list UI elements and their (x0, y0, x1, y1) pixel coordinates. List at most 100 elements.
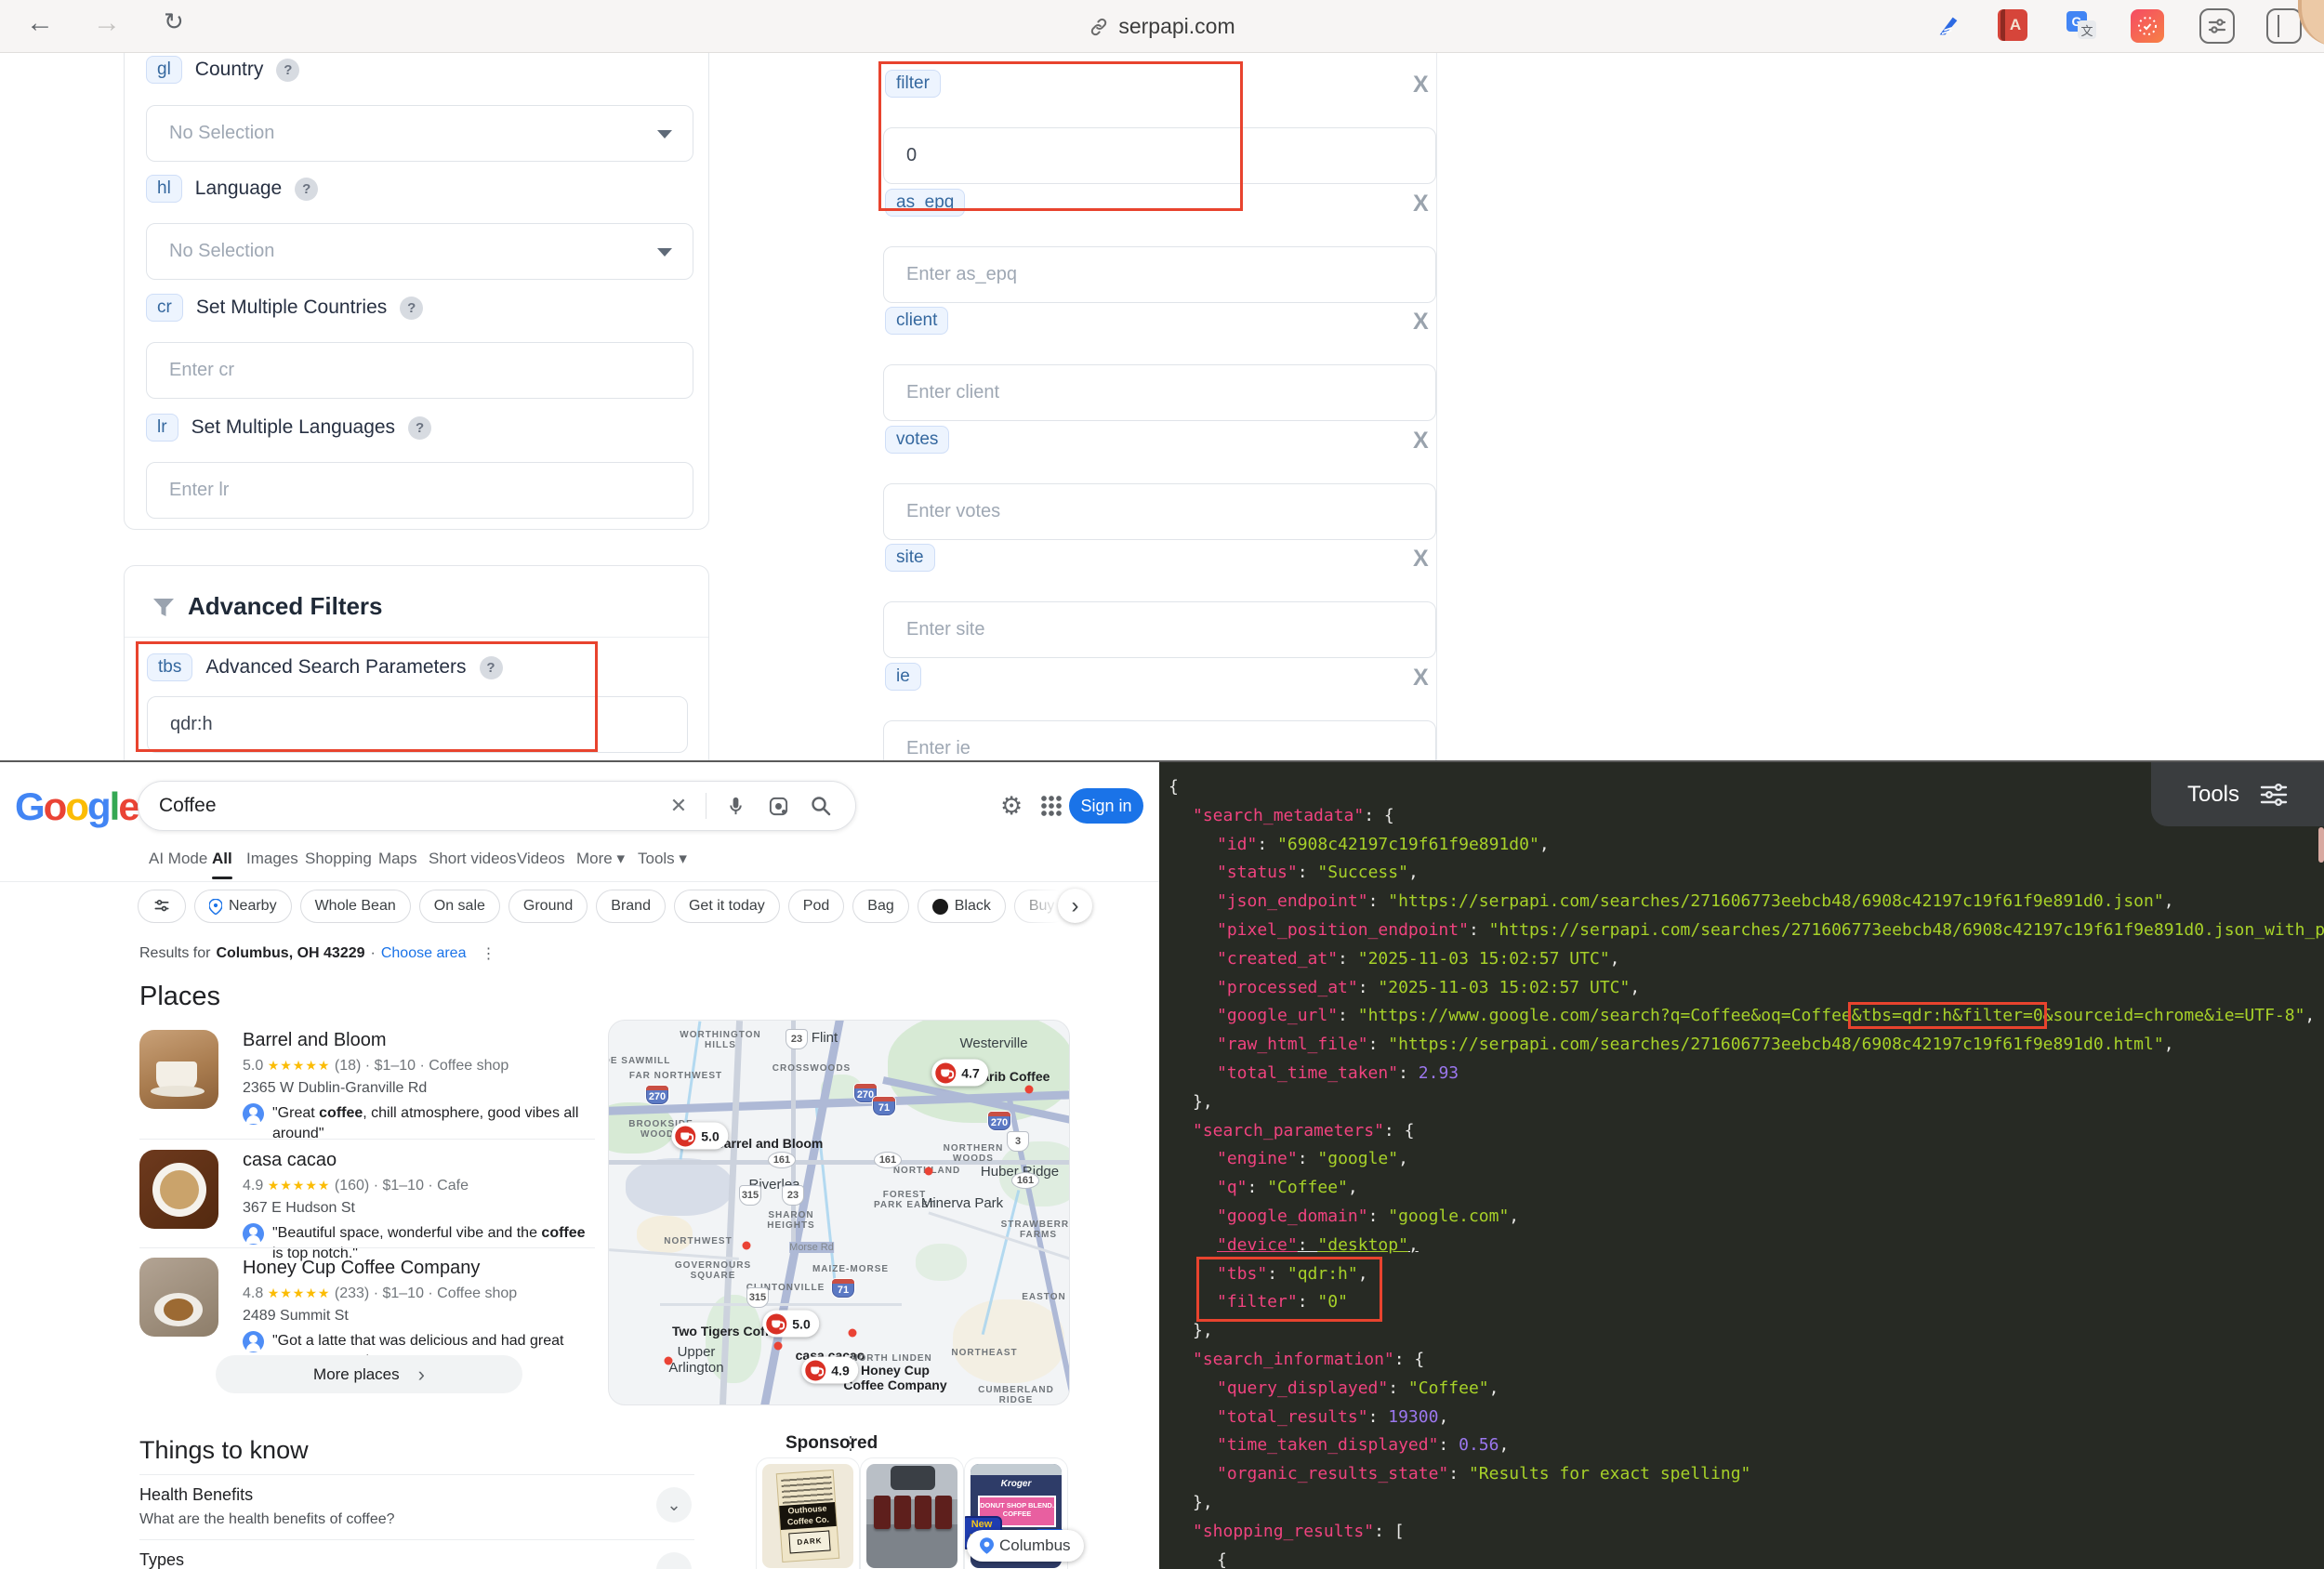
sponsored-card-2[interactable] (860, 1457, 964, 1569)
json-line: "organic_results_state": "Results for ex… (1169, 1460, 2321, 1489)
json-line: "search_parameters": { (1169, 1117, 2321, 1146)
choose-area-link[interactable]: Choose area (381, 945, 467, 962)
as_epq-remove-button[interactable]: X (1413, 191, 1429, 218)
clear-search-icon[interactable]: ✕ (665, 794, 693, 818)
chip-pod[interactable]: Pod (788, 890, 844, 923)
pen-extension-icon[interactable] (1932, 9, 1965, 43)
sponsored-card-1[interactable]: Outhouse Coffee Co.DARK (756, 1457, 860, 1569)
results-location-line: Results for Columbus, OH 43229 · Choose … (139, 944, 495, 963)
votes-remove-button[interactable]: X (1413, 428, 1429, 455)
translate-extension-icon[interactable]: G 文 (2065, 9, 2098, 43)
map-rating-marker[interactable]: 4.9 (801, 1357, 858, 1384)
tools-button[interactable]: Tools (2151, 762, 2324, 826)
chip-bag[interactable]: Bag (852, 890, 908, 923)
place-item-2[interactable]: casa cacao4.9 ★★★★★ (160) · $1–10 · Cafe… (139, 1150, 600, 1263)
hl-select[interactable]: No Selection (146, 223, 693, 280)
sign-in-button[interactable]: Sign in (1069, 788, 1143, 824)
chip-brand[interactable]: Brand (596, 890, 666, 923)
site-input[interactable]: Enter site (883, 601, 1436, 658)
place-item-1[interactable]: Barrel and Bloom5.0 ★★★★★ (18) · $1–10 ·… (139, 1030, 600, 1143)
more-options-icon[interactable]: ⋮ (481, 944, 495, 963)
filter-chips: NearbyWhole BeanOn saleGroundBrandGet it… (138, 890, 1067, 923)
watch-extension-icon[interactable] (2131, 9, 2164, 43)
json-line: { (1169, 1547, 2321, 1569)
browser-toolbar: ← → ↻ serpapi.com A G 文 (0, 0, 2324, 53)
json-line: "raw_html_file": "https://serpapi.com/se… (1169, 1031, 2321, 1060)
hl-help-icon[interactable]: ? (295, 178, 318, 201)
chip-nearby[interactable]: Nearby (194, 890, 292, 923)
place-item-3[interactable]: Honey Cup Coffee Company4.8 ★★★★★ (233) … (139, 1258, 600, 1371)
address-bar[interactable]: serpapi.com (0, 0, 2324, 53)
json-line: }, (1169, 1489, 2321, 1518)
map-rating-marker[interactable]: 4.7 (931, 1060, 988, 1087)
header-divider (0, 881, 1159, 882)
chips-scroll-right-icon[interactable]: › (1058, 889, 1092, 923)
gl-help-icon[interactable]: ? (276, 59, 299, 82)
site-remove-button[interactable]: X (1413, 546, 1429, 573)
client-remove-button[interactable]: X (1413, 309, 1429, 336)
tab-short-videos[interactable]: Short videos (429, 850, 517, 868)
chip-filters[interactable] (138, 890, 186, 923)
route-shield: 71 (831, 1278, 855, 1299)
mic-icon[interactable] (721, 796, 749, 817)
tab-images[interactable]: Images (246, 850, 298, 868)
json-line: "processed_at": "2025-11-03 15:02:57 UTC… (1169, 974, 2321, 1003)
tab-maps[interactable]: Maps (378, 850, 417, 868)
chip-on-sale[interactable]: On sale (419, 890, 500, 923)
place-address: 2489 Summit St (243, 1308, 587, 1325)
places-map[interactable]: WORTHINGTON HILLSDE SAWMILLFAR NORTHWEST… (608, 1020, 1070, 1405)
ttk-expand-icon[interactable]: ⌄ (656, 1487, 692, 1523)
client-input[interactable]: Enter client (883, 364, 1436, 421)
tab-all[interactable]: All (212, 850, 232, 868)
lr-input[interactable]: Enter lr (146, 462, 693, 519)
as_epq-input[interactable]: Enter as_epq (883, 246, 1436, 303)
chip-get-it-today[interactable]: Get it today (674, 890, 780, 923)
lr-help-icon[interactable]: ? (408, 416, 431, 440)
gl-select[interactable]: No Selection (146, 105, 693, 162)
ttk-expand-icon[interactable]: ⌄ (656, 1552, 692, 1569)
tab-videos[interactable]: Videos (517, 850, 565, 868)
tbs-annotation-box (136, 641, 598, 752)
tab-ai-mode[interactable]: AI Mode (149, 850, 207, 868)
search-magnifier-icon[interactable] (807, 795, 835, 817)
map-label: CROSSWOODS (772, 1063, 851, 1074)
scroll-indicator (2318, 827, 2324, 863)
tab-more[interactable]: More ▾ (576, 850, 625, 868)
place-thumbnail[interactable] (139, 1150, 218, 1229)
place-thumbnail[interactable] (139, 1030, 218, 1109)
route-shield: 315 (746, 1287, 769, 1308)
cr-help-icon[interactable]: ? (400, 297, 423, 320)
tune-extension-icon[interactable] (2199, 8, 2235, 44)
map-poi-dot (743, 1242, 751, 1250)
map-label: Upper Arlington (668, 1344, 723, 1376)
ie-remove-button[interactable]: X (1413, 665, 1429, 692)
map-poi-dot (925, 1167, 933, 1176)
sponsored-options-icon[interactable]: ⋮ (841, 1431, 860, 1455)
sidebar-toggle-icon[interactable] (2266, 8, 2302, 44)
cr-input[interactable]: Enter cr (146, 342, 693, 399)
dictionary-extension-icon[interactable]: A (1998, 9, 2027, 41)
filter-remove-button[interactable]: X (1413, 72, 1429, 99)
chip-black[interactable]: Black (918, 890, 1006, 923)
more-places-button[interactable]: More places › (216, 1355, 522, 1393)
route-shield: 23 (782, 1185, 804, 1206)
ttk-item-title[interactable]: Types (139, 1550, 184, 1569)
tab-shopping[interactable]: Shopping (305, 850, 372, 868)
lens-icon[interactable] (764, 796, 792, 817)
place-name: Barrel and Bloom (243, 1030, 587, 1051)
place-thumbnail[interactable] (139, 1258, 218, 1337)
chip-ground[interactable]: Ground (508, 890, 588, 923)
votes-param-badge: votes (885, 426, 949, 454)
settings-gear-icon[interactable]: ⚙ (1000, 792, 1023, 821)
votes-input[interactable]: Enter votes (883, 483, 1436, 540)
chip-whole-bean[interactable]: Whole Bean (300, 890, 411, 923)
tbs-filter-annotation-box (1196, 1257, 1382, 1322)
map-rating-marker[interactable]: 5.0 (762, 1311, 819, 1338)
map-rating-marker[interactable]: 5.0 (671, 1123, 728, 1150)
tab-tools[interactable]: Tools ▾ (638, 850, 687, 868)
google-search-box[interactable]: Coffee ✕ (138, 781, 856, 831)
ie-param-badge: ie (885, 663, 921, 691)
apps-grid-icon[interactable] (1041, 796, 1062, 816)
places-divider (139, 1139, 595, 1140)
ttk-item-title[interactable]: Health Benefits (139, 1485, 253, 1505)
